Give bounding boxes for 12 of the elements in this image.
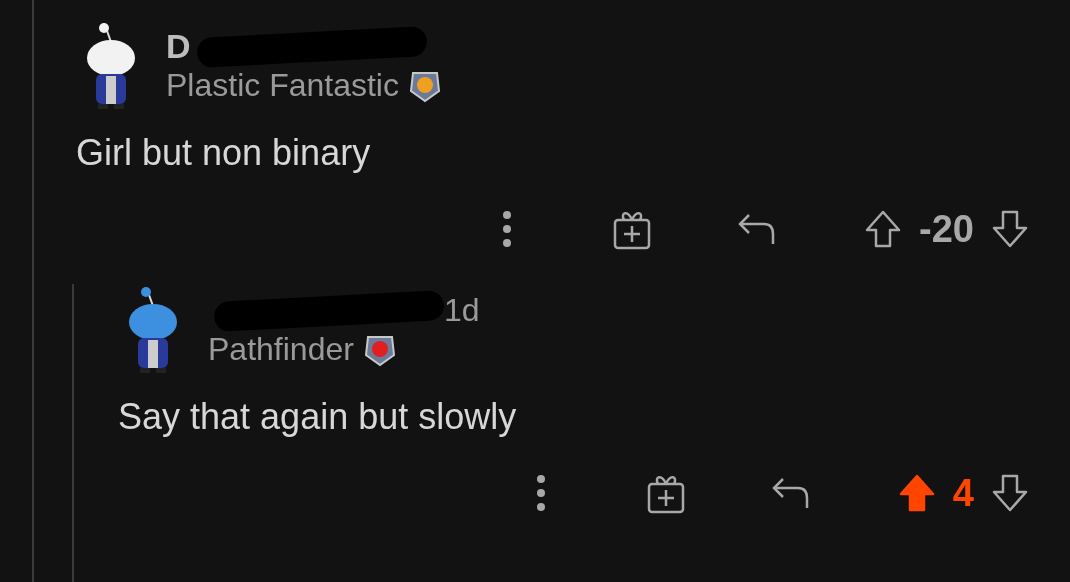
downvote-button[interactable] <box>990 473 1030 513</box>
user-flair: Plastic Fantastic <box>166 66 399 104</box>
vote-score: -20 <box>919 207 974 251</box>
more-icon <box>534 473 547 513</box>
downvote-button[interactable] <box>990 209 1030 249</box>
more-icon <box>501 209 514 249</box>
comment-text: Girl but non binary <box>76 132 372 174</box>
user-flair: Pathfinder <box>208 330 354 368</box>
comment-text: Say that again but slowly <box>118 396 518 438</box>
vote-score: 4 <box>952 471 974 515</box>
username[interactable]: D <box>166 27 191 66</box>
comment-age: 1d <box>444 292 480 329</box>
